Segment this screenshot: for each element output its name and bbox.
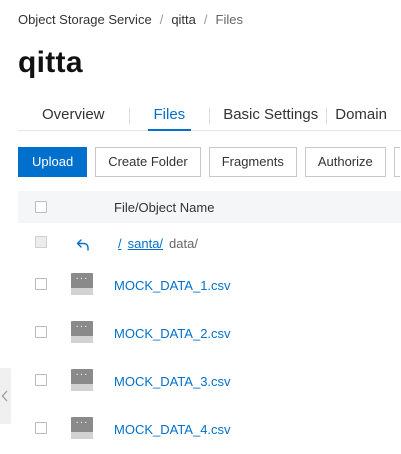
sidebar-expand-handle[interactable] <box>0 368 11 424</box>
back-arrow-icon[interactable] <box>76 238 90 252</box>
file-name-link[interactable]: MOCK_DATA_1.csv <box>114 278 231 293</box>
tab-divider <box>209 108 211 124</box>
breadcrumb-separator: / <box>203 12 208 27</box>
path-row: / santa/data/ <box>18 232 401 272</box>
fragments-button[interactable]: Fragments <box>208 147 297 177</box>
tab-overview[interactable]: Overview <box>42 102 105 130</box>
file-name-link[interactable]: MOCK_DATA_4.csv <box>114 422 231 437</box>
create-folder-button[interactable]: Create Folder <box>95 147 201 177</box>
row-checkbox[interactable] <box>35 374 47 386</box>
file-icon: ··· <box>71 273 93 295</box>
authorize-button[interactable]: Authorize <box>304 147 386 177</box>
breadcrumb-item-bucket[interactable]: qitta <box>171 12 196 27</box>
table-row: ··· MOCK_DATA_2.csv <box>18 321 401 361</box>
row-checkbox[interactable] <box>35 278 47 290</box>
file-icon: ··· <box>71 417 93 439</box>
table-header: File/Object Name <box>18 191 401 223</box>
tab-bar: Overview Files Basic Settings Domain <box>18 102 401 131</box>
oss-files-page: Object Storage Service / qitta / Files q… <box>0 0 401 454</box>
row-checkbox[interactable] <box>35 326 47 338</box>
file-icon: ··· <box>71 369 93 391</box>
path-root-link[interactable]: / <box>118 236 122 251</box>
column-header-name: File/Object Name <box>114 200 215 215</box>
breadcrumb-separator: / <box>159 12 164 27</box>
file-name-link[interactable]: MOCK_DATA_2.csv <box>114 326 231 341</box>
tab-basic-settings[interactable]: Basic Settings <box>223 102 318 130</box>
chevron-left-icon <box>1 390 8 402</box>
breadcrumb-item-files: Files <box>215 12 243 27</box>
path-folder-link[interactable]: santa/ <box>128 236 163 251</box>
upload-button[interactable]: Upload <box>18 147 88 177</box>
table-row: ··· MOCK_DATA_4.csv <box>18 417 401 454</box>
tab-domain[interactable]: Domain <box>335 102 387 130</box>
tab-divider <box>128 108 130 124</box>
breadcrumb: Object Storage Service / qitta / Files <box>18 12 243 27</box>
breadcrumb-item-service[interactable]: Object Storage Service <box>18 12 152 27</box>
select-all-checkbox[interactable] <box>35 201 47 213</box>
toolbar: Upload Create Folder Fragments Authorize <box>18 147 400 177</box>
page-title: qitta <box>18 46 83 79</box>
file-icon: ··· <box>71 321 93 343</box>
path-row-checkbox <box>35 236 47 248</box>
current-path: / santa/data/ <box>118 236 198 251</box>
tab-divider <box>326 108 328 124</box>
row-checkbox[interactable] <box>35 422 47 434</box>
table-row: ··· MOCK_DATA_1.csv <box>18 273 401 313</box>
path-current: data/ <box>169 236 198 251</box>
table-row: ··· MOCK_DATA_3.csv <box>18 369 401 409</box>
tab-files[interactable]: Files <box>147 102 191 131</box>
more-toolbar-button[interactable] <box>393 147 400 177</box>
file-name-link[interactable]: MOCK_DATA_3.csv <box>114 374 231 389</box>
